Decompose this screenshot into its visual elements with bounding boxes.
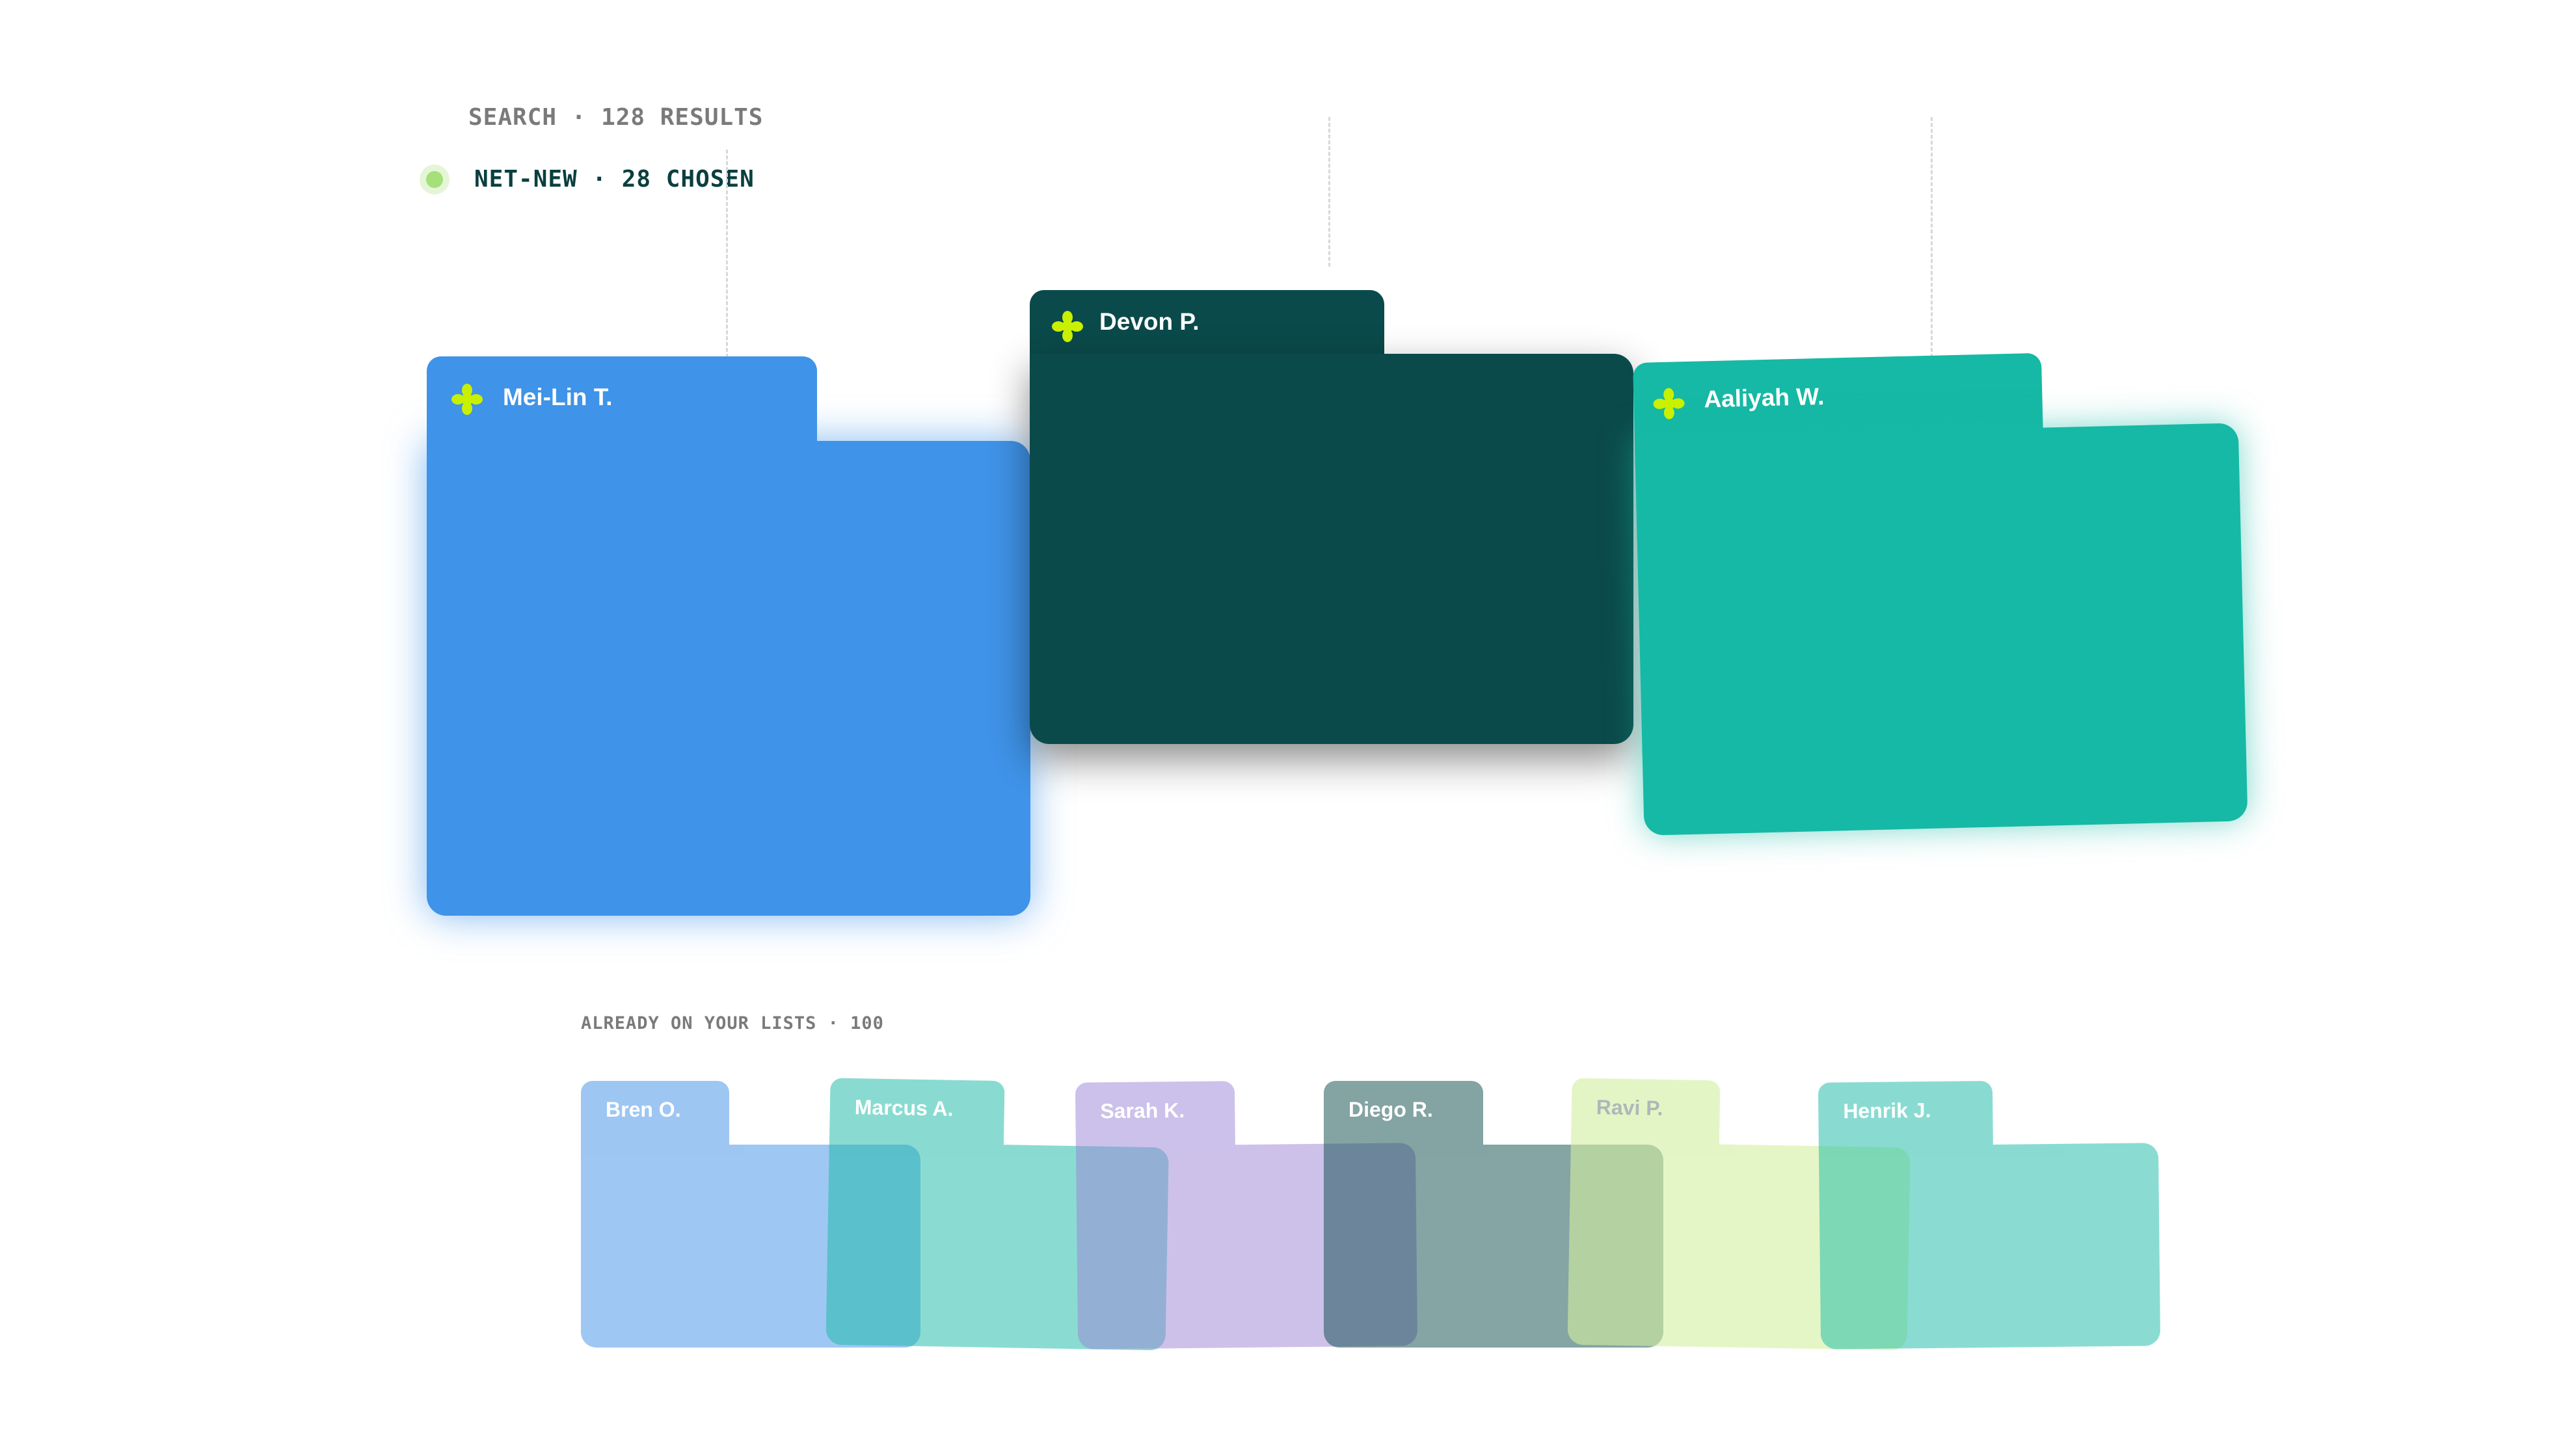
folder-name: Mei-Lin T. xyxy=(503,384,613,410)
folder-name: Ravi P. xyxy=(1596,1095,1663,1120)
net-new-count: NET-NEW · 28 CHOSEN xyxy=(474,166,755,193)
status-dot-icon xyxy=(426,170,443,188)
asterisk-flower-icon xyxy=(451,384,483,415)
asterisk-flower-icon xyxy=(1052,311,1083,342)
guide-line xyxy=(1328,117,1330,267)
folder-name: Bren O. xyxy=(606,1098,681,1121)
folder-body xyxy=(1030,354,1633,744)
guide-line xyxy=(726,150,728,358)
folder-tab xyxy=(427,356,817,480)
section-label: ALREADY ON YOUR LISTS · 100 xyxy=(581,1013,884,1033)
guide-line xyxy=(1931,117,1933,358)
folder-name: Sarah K. xyxy=(1100,1098,1185,1123)
folder-body xyxy=(1634,423,2248,836)
asterisk-flower-icon xyxy=(1653,388,1685,419)
folder-name: Aaliyah W. xyxy=(1703,382,1825,413)
folder-body xyxy=(1818,1143,2161,1349)
search-results-count: SEARCH · 128 RESULTS xyxy=(468,104,764,131)
folder-card-mei-lin[interactable]: Mei-Lin T. xyxy=(427,356,1030,916)
folder-name: Henrik J. xyxy=(1843,1098,1931,1123)
folder-card-devon[interactable]: Devon P. xyxy=(1030,290,1633,744)
folder-name: Diego R. xyxy=(1348,1098,1433,1121)
mini-folder-henrik[interactable]: Henrik J. xyxy=(1818,1079,2161,1349)
net-new-filter[interactable]: NET-NEW · 28 CHOSEN xyxy=(420,166,755,193)
folder-name: Marcus A. xyxy=(854,1095,954,1121)
folder-card-aaliyah[interactable]: Aaliyah W. xyxy=(1633,348,2248,836)
folder-name: Devon P. xyxy=(1099,308,1200,335)
folder-body xyxy=(427,441,1030,916)
